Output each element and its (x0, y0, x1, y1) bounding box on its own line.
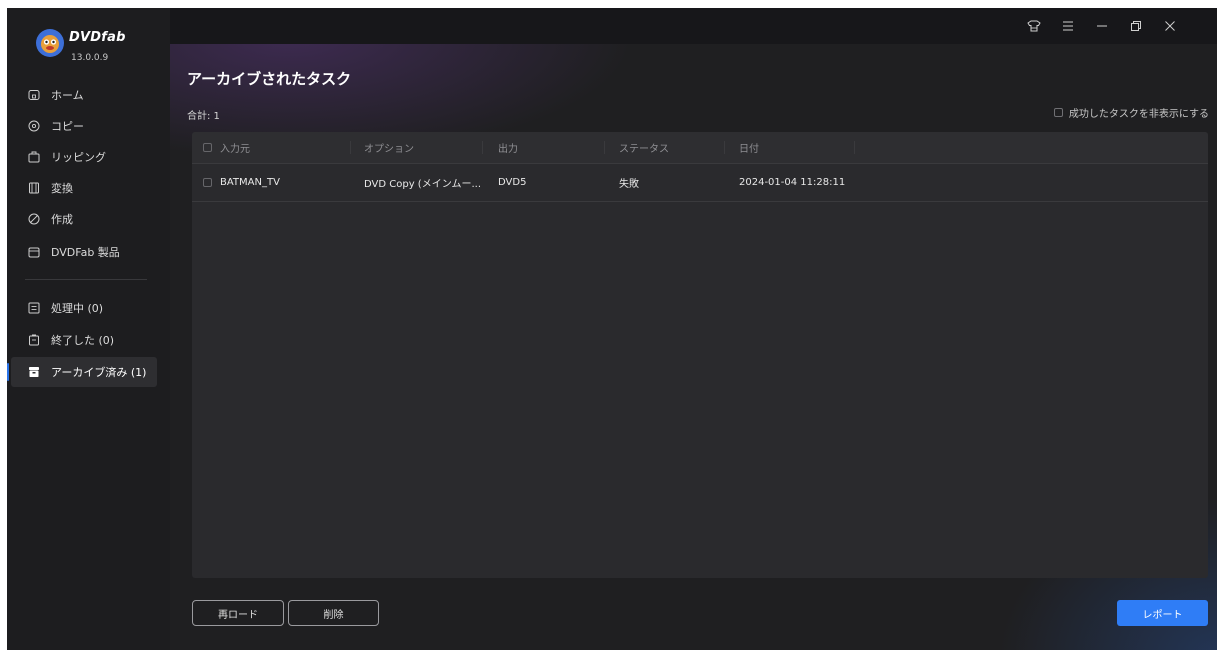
sidebar-item-processing[interactable]: 処理中 (0) (11, 293, 157, 323)
column-label: オプション (364, 144, 414, 155)
home-icon (27, 88, 41, 102)
sidebar-item-products[interactable]: DVDFab 製品 (11, 237, 157, 267)
sidebar-item-label: アーカイブ済み (1) (51, 366, 147, 379)
report-button[interactable]: レポート (1117, 600, 1208, 626)
column-divider (350, 141, 351, 154)
sidebar-item-label: ホーム (51, 89, 84, 102)
reload-button[interactable]: 再ロード (192, 600, 284, 626)
app-window: DVDfab 13.0.0.9 ホーム コピー リッピング 変換 作成 DVDF… (7, 8, 1217, 650)
column-date[interactable]: 日付 (739, 132, 759, 163)
row-checkbox[interactable] (203, 178, 212, 187)
tshirt-icon[interactable] (1017, 17, 1051, 35)
archive-icon (27, 365, 41, 379)
column-source[interactable]: 入力元 (203, 132, 250, 163)
sidebar-item-label: リッピング (51, 151, 106, 164)
minimize-icon[interactable] (1085, 17, 1119, 35)
page-title: アーカイブされたタスク (187, 70, 352, 88)
creator-icon (27, 212, 41, 226)
cell-output: DVD5 (498, 177, 527, 188)
app-version: 13.0.0.9 (71, 53, 109, 63)
sidebar: DVDfab 13.0.0.9 ホーム コピー リッピング 変換 作成 DVDF… (7, 8, 170, 650)
cell-option: DVD Copy (メインムー... (364, 179, 482, 190)
column-label: ステータス (619, 144, 669, 155)
select-all-checkbox[interactable] (203, 143, 212, 152)
column-label: 出力 (498, 144, 518, 155)
cell-date: 2024-01-04 11:28:11 (739, 177, 846, 188)
processing-icon (27, 301, 41, 315)
sidebar-item-label: 終了した (0) (51, 334, 115, 347)
delete-button[interactable]: 削除 (288, 600, 379, 626)
sidebar-divider (25, 279, 147, 280)
column-divider (482, 141, 483, 154)
column-label: 日付 (739, 144, 759, 155)
menu-icon[interactable] (1051, 17, 1085, 35)
sidebar-item-ripping[interactable]: リッピング (11, 142, 157, 172)
restore-icon[interactable] (1119, 17, 1153, 35)
task-table: 入力元 オプション 出力 ステータス 日付 BATMAN_TV DVD Copy… (192, 132, 1208, 578)
sidebar-item-label: 処理中 (0) (51, 302, 104, 315)
hide-success-label: 成功したタスクを非表示にする (1068, 109, 1209, 120)
dvdfab-logo (36, 29, 64, 57)
sidebar-item-label: 作成 (51, 213, 73, 226)
products-icon (27, 245, 41, 259)
sidebar-item-label: DVDFab 製品 (51, 246, 120, 259)
cell-source: BATMAN_TV (203, 164, 280, 201)
sidebar-item-label: コピー (51, 120, 84, 133)
column-label: 入力元 (220, 144, 250, 155)
column-divider (604, 141, 605, 154)
column-status[interactable]: ステータス (619, 132, 669, 163)
cell-text: BATMAN_TV (220, 177, 280, 188)
table-row[interactable]: BATMAN_TV DVD Copy (メインムー... DVD5 失敗 202… (192, 164, 1208, 202)
column-output[interactable]: 出力 (498, 132, 518, 163)
sidebar-item-convert[interactable]: 変換 (11, 173, 157, 203)
sidebar-item-archived[interactable]: アーカイブ済み (1) (7, 357, 157, 387)
ripping-icon (27, 150, 41, 164)
finished-icon (27, 333, 41, 347)
sidebar-item-finished[interactable]: 終了した (0) (11, 325, 157, 355)
sidebar-item-copy[interactable]: コピー (11, 111, 157, 141)
sidebar-item-home[interactable]: ホーム (11, 80, 157, 110)
column-divider (724, 141, 725, 154)
app-name: DVDfab (69, 30, 126, 45)
hide-success-checkbox[interactable]: 成功したタスクを非表示にする (1053, 105, 1209, 120)
column-option[interactable]: オプション (364, 132, 414, 163)
column-divider (854, 141, 855, 154)
close-icon[interactable] (1153, 17, 1187, 35)
checkbox-icon[interactable] (1053, 108, 1063, 117)
active-indicator (7, 363, 9, 381)
sidebar-item-creator[interactable]: 作成 (11, 204, 157, 234)
cell-status: 失敗 (619, 179, 639, 190)
sidebar-item-label: 変換 (51, 182, 73, 195)
table-header: 入力元 オプション 出力 ステータス 日付 (192, 132, 1208, 164)
film-icon (27, 181, 41, 195)
title-bar (170, 8, 1217, 44)
main-panel: アーカイブされたタスク 合計: 1 成功したタスクを非表示にする 入力元 オプシ… (170, 8, 1217, 650)
copy-disc-icon (27, 119, 41, 133)
total-count: 合計: 1 (187, 111, 220, 122)
